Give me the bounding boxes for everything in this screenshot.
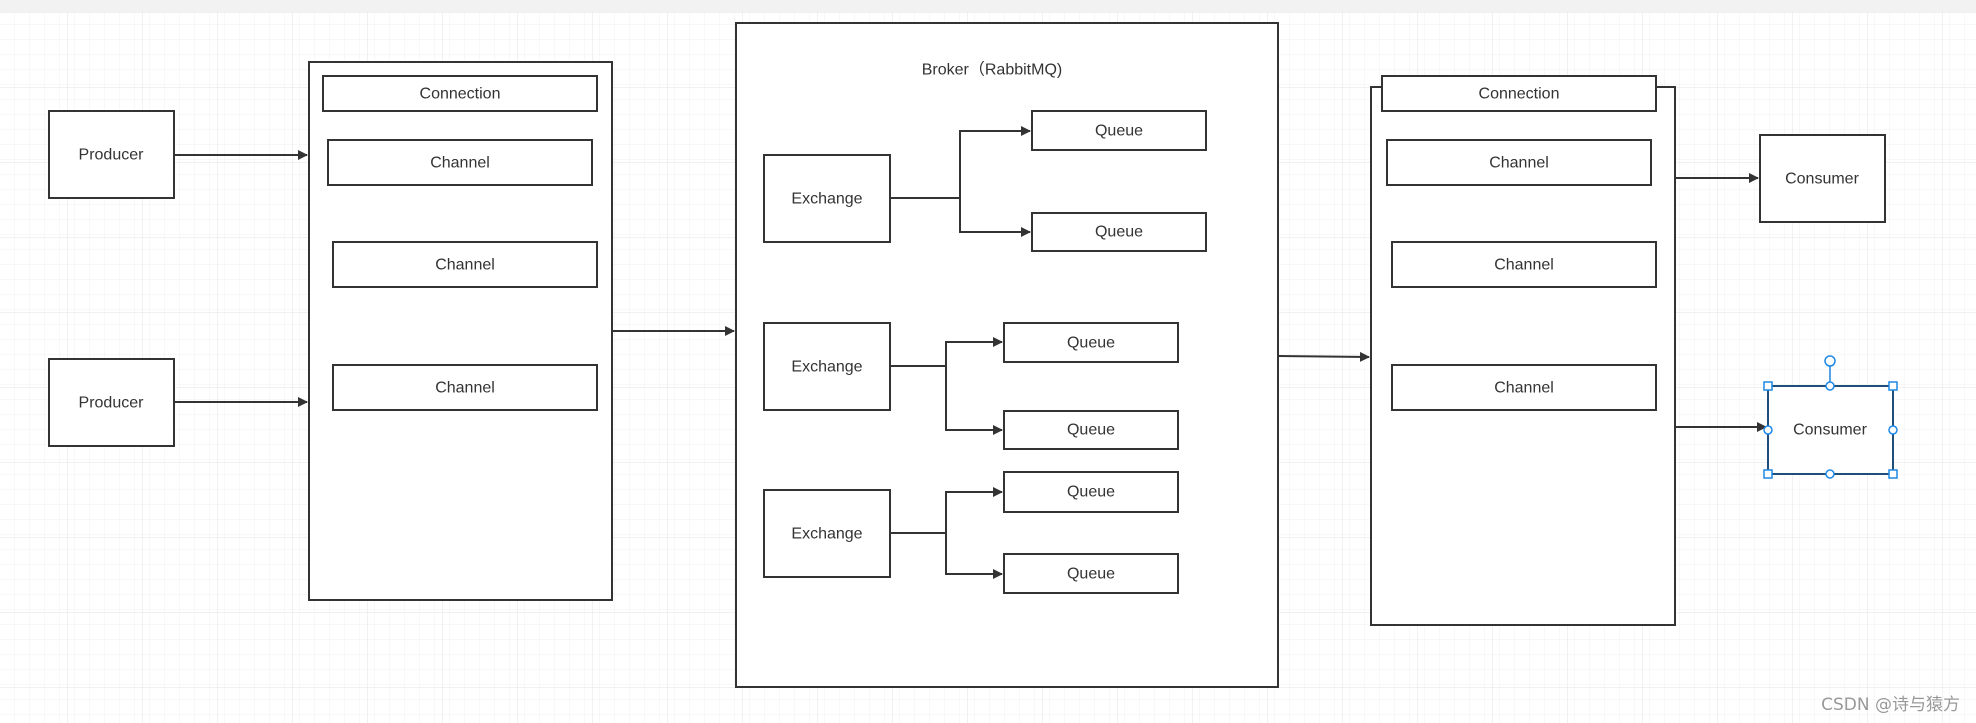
watermark: CSDN @诗与猿方: [1821, 695, 1960, 715]
queue-label: Queue: [1067, 422, 1115, 439]
channel-label: Channel: [435, 257, 495, 274]
channel-label: Channel: [1494, 380, 1554, 397]
connection-label: Connection: [420, 86, 501, 103]
connection-label: Connection: [1479, 86, 1560, 103]
producer-label: Producer: [79, 147, 145, 164]
broker-title: Broker（RabbitMQ): [922, 61, 1062, 79]
queue-label: Queue: [1067, 566, 1115, 583]
producer-2[interactable]: Producer: [48, 358, 175, 447]
channel-label: Channel: [1489, 155, 1549, 172]
exchange-label: Exchange: [791, 526, 862, 543]
left-connection-container[interactable]: Connection Channel Channel Channel: [308, 61, 613, 601]
consumer-1[interactable]: Consumer: [1759, 134, 1886, 223]
queue-label: Queue: [1067, 335, 1115, 352]
diagram-canvas[interactable]: Producer Producer Connection Channel Cha…: [0, 0, 1976, 723]
broker-container[interactable]: Broker（RabbitMQ) Exchange Exchange Excha…: [735, 22, 1279, 688]
channel-label: Channel: [430, 155, 490, 172]
producer-1[interactable]: Producer: [48, 110, 175, 199]
right-connection-container[interactable]: Connection Channel Channel Channel: [1370, 75, 1676, 626]
producer-label: Producer: [79, 395, 145, 412]
exchange-label: Exchange: [791, 191, 862, 208]
arrow-broker-connection[interactable]: [1277, 351, 1370, 362]
consumer-label: Consumer: [1793, 422, 1867, 439]
queue-label: Queue: [1095, 123, 1143, 140]
channel-label: Channel: [435, 380, 495, 397]
channel-label: Channel: [1494, 257, 1554, 274]
exchange-label: Exchange: [791, 359, 862, 376]
queue-label: Queue: [1095, 224, 1143, 241]
rotate-handle: [1824, 355, 1836, 367]
queue-label: Queue: [1067, 484, 1115, 501]
consumer-label: Consumer: [1785, 171, 1859, 188]
